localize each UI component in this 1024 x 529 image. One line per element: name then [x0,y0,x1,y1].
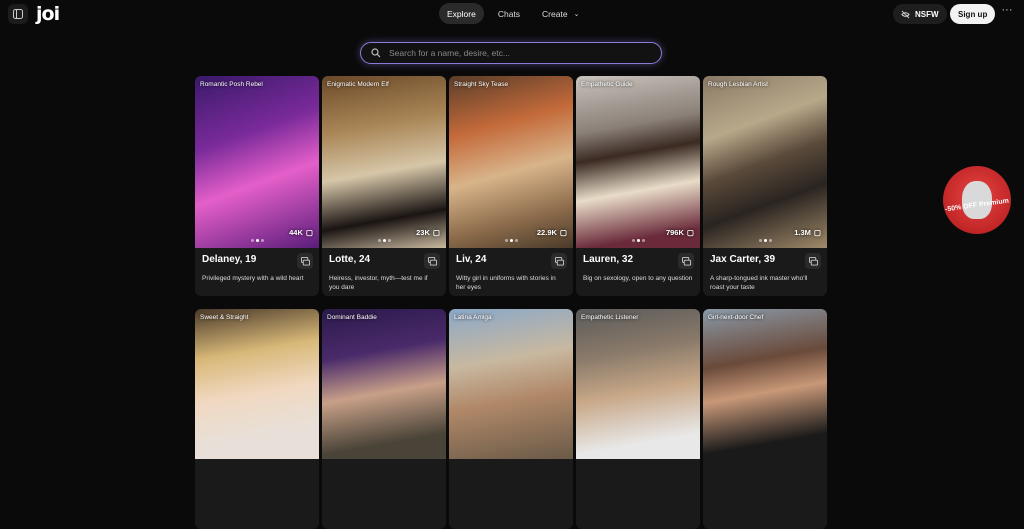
character-photo: Romantic Posh Rebel 44K ▢ [195,76,319,248]
character-tag: Straight Sky Tease [454,81,509,88]
chat-count: 44K ▢ [289,228,313,237]
more-menu-button[interactable]: ··· [1000,4,1014,20]
character-photo: Straight Sky Tease 22.9K ▢ [449,76,573,248]
search-input[interactable] [389,48,649,58]
character-name: Delaney, 19 [202,254,257,265]
nsfw-toggle-button[interactable]: NSFW [893,4,947,24]
photo-pager [251,239,264,242]
chat-count-value: 44K [289,228,303,237]
photo-pager [378,239,391,242]
character-photo: Empathetic Guide 796K ▢ [576,76,700,248]
character-grid: Romantic Posh Rebel 44K ▢ Delaney, 19 Pri… [195,76,827,529]
character-tag: Girl-next-door Chef [708,314,764,321]
character-photo: Enigmatic Modern Elf 23K ▢ [322,76,446,248]
message-icon: ▢ [305,228,313,237]
character-name: Liv, 24 [456,254,487,265]
character-photo: Empathetic Listener [576,309,700,459]
eye-off-icon [901,10,910,18]
start-chat-button[interactable] [805,253,821,269]
sign-up-label: Sign up [958,9,988,19]
character-tag: Latina Amiga [454,314,492,321]
nsfw-label: NSFW [915,9,939,19]
character-card[interactable]: Empathetic Listener [576,309,700,529]
nav-create[interactable]: Create ⌄ [534,3,587,24]
chat-icon [300,256,310,266]
photo-pager [759,239,772,242]
character-card[interactable]: Enigmatic Modern Elf 23K ▢ Lotte, 24 Heir… [322,76,446,296]
character-card[interactable]: Romantic Posh Rebel 44K ▢ Delaney, 19 Pri… [195,76,319,296]
character-photo: Latina Amiga [449,309,573,459]
main-nav: Explore Chats Create ⌄ [439,3,587,24]
character-card[interactable]: Latina Amiga [449,309,573,529]
chat-count-value: 1.3M [794,228,811,237]
top-bar: joi Explore Chats Create ⌄ NSFW Sign up ·… [0,0,1024,28]
chat-icon [808,256,818,266]
message-icon: ▢ [686,228,694,237]
photo-pager [632,239,645,242]
sidebar-icon [13,9,23,19]
chat-count: 23K ▢ [416,228,440,237]
message-icon: ▢ [559,228,567,237]
nav-chats[interactable]: Chats [490,3,528,24]
character-tag: Rough Lesbian Artist [708,81,768,88]
character-tag: Enigmatic Modern Elf [327,81,389,88]
message-icon: ▢ [432,228,440,237]
chat-count-value: 796K [665,228,684,237]
chat-icon [554,256,564,266]
character-card[interactable]: Sweet & Straight [195,309,319,529]
chat-count: 1.3M ▢ [794,228,821,237]
start-chat-button[interactable] [297,253,313,269]
character-description: Heiress, investor, myth—test me if you d… [329,275,428,291]
character-description: A sharp-tongued ink master who'll roast … [710,275,808,291]
nav-chats-label: Chats [497,8,521,19]
nav-create-label: Create [542,8,568,19]
character-card[interactable]: Empathetic Guide 796K ▢ Lauren, 32 Big on… [576,76,700,296]
character-name: Jax Carter, 39 [710,254,776,265]
character-photo: Rough Lesbian Artist 1.3M ▢ [703,76,827,248]
character-tag: Empathetic Listener [581,314,639,321]
start-chat-button[interactable] [551,253,567,269]
start-chat-button[interactable] [424,253,440,269]
character-card[interactable]: Girl-next-door Chef [703,309,827,529]
character-name: Lotte, 24 [329,254,371,265]
chevron-down-icon: ⌄ [573,10,580,18]
character-card[interactable]: Rough Lesbian Artist 1.3M ▢ Jax Carter, 3… [703,76,827,296]
sidebar-toggle-button[interactable] [8,4,28,24]
search-bar[interactable] [360,42,662,64]
chat-icon [427,256,437,266]
chat-count-value: 23K [416,228,430,237]
character-card[interactable]: Dominant Baddie [322,309,446,529]
nav-explore[interactable]: Explore [439,3,484,24]
character-tag: Sweet & Straight [200,314,249,321]
photo-pager [505,239,518,242]
character-name: Lauren, 32 [583,254,634,265]
chat-count: 796K ▢ [666,228,694,237]
character-photo: Girl-next-door Chef [703,309,827,459]
chat-count: 22.9K ▢ [537,228,567,237]
character-tag: Dominant Baddie [327,314,377,321]
chat-icon [681,256,691,266]
character-description: Big on sexology, open to any question [583,275,693,282]
chat-count-value: 22.9K [536,228,557,237]
character-tag: Romantic Posh Rebel [200,81,263,88]
character-photo: Dominant Baddie [322,309,446,459]
character-card[interactable]: Straight Sky Tease 22.9K ▢ Liv, 24 Witty … [449,76,573,296]
premium-promo-badge[interactable]: -50% OFF Premium [943,166,1011,234]
logo[interactable]: joi [36,3,60,25]
character-description: Witty girl in uniforms with stories in h… [456,275,556,291]
sign-up-button[interactable]: Sign up [950,4,996,24]
nav-explore-label: Explore [447,8,476,19]
start-chat-button[interactable] [678,253,694,269]
character-description: Privileged mystery with a wild heart [202,275,304,282]
search-icon [371,48,381,58]
message-icon: ▢ [813,228,821,237]
character-photo: Sweet & Straight [195,309,319,459]
character-tag: Empathetic Guide [581,81,633,88]
more-icon: ··· [1001,4,1013,16]
